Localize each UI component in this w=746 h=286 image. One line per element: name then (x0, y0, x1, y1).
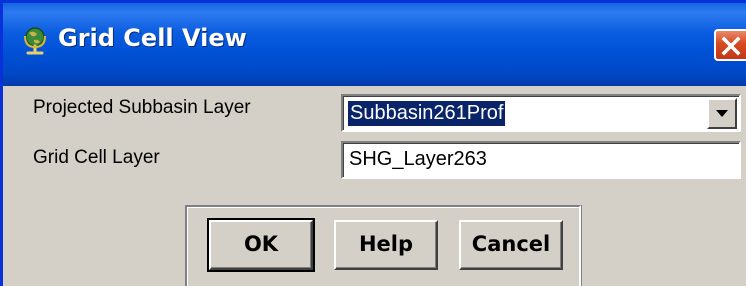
subbasin-layer-label: Projected Subbasin Layer (33, 97, 251, 118)
close-button[interactable] (714, 29, 746, 61)
globe-icon (22, 26, 48, 56)
grid-cell-layer-label: Grid Cell Layer (33, 147, 160, 168)
dialog-window: Grid Cell View Projected Subbasin Layer … (0, 0, 746, 286)
dropdown-button[interactable] (707, 98, 737, 129)
help-button[interactable]: Help (334, 220, 438, 270)
cancel-button[interactable]: Cancel (459, 220, 563, 270)
subbasin-layer-combobox[interactable]: Subbasin261Prof (341, 94, 741, 132)
close-icon (721, 36, 741, 56)
chevron-down-icon (716, 110, 728, 117)
window-title: Grid Cell View (58, 24, 247, 52)
dialog-body: Projected Subbasin Layer Subbasin261Prof… (3, 83, 746, 286)
title-bar[interactable]: Grid Cell View (3, 3, 746, 86)
subbasin-layer-value: Subbasin261Prof (348, 101, 506, 126)
ok-button[interactable]: OK (207, 218, 315, 272)
grid-cell-layer-field[interactable]: SHG_Layer263 (341, 141, 741, 179)
